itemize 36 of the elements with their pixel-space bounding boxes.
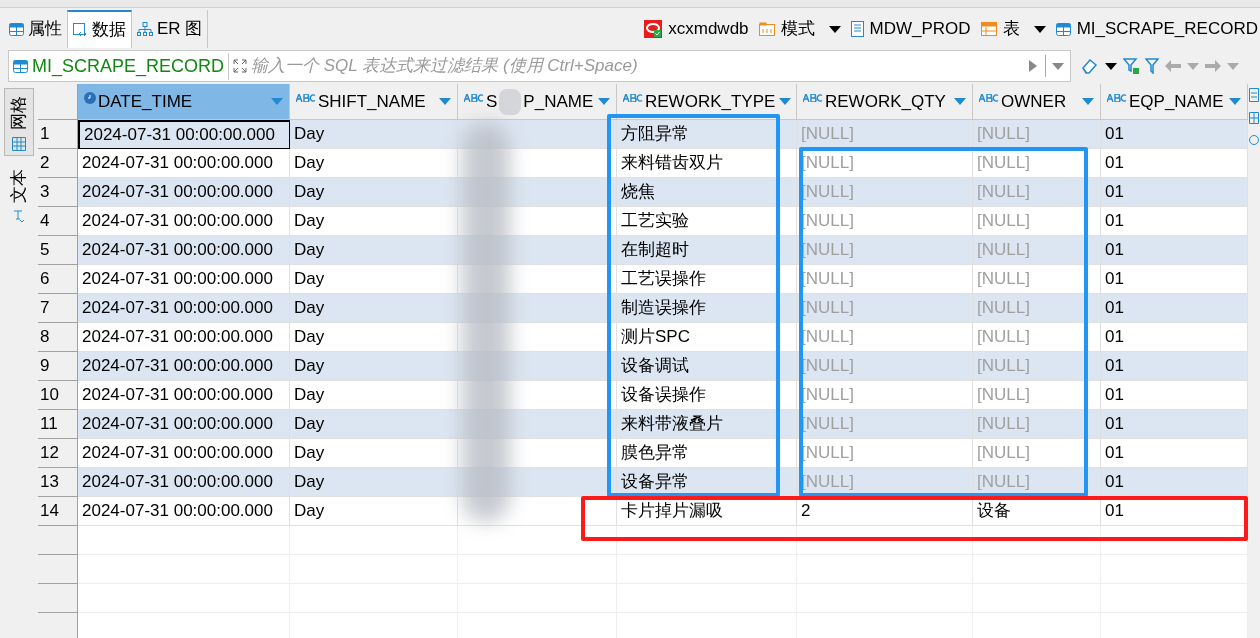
- row-number: 14: [38, 497, 78, 526]
- column-header[interactable]: DATE_TIME: [78, 84, 290, 120]
- column-header[interactable]: S P_NAME: [458, 84, 617, 120]
- row-number: 1: [38, 120, 78, 149]
- breadcrumb-item[interactable]: xcxmdwdb: [644, 16, 749, 42]
- column-header[interactable]: REWORK_TYPE: [617, 84, 797, 120]
- row-number: 10: [38, 381, 78, 410]
- filter-input[interactable]: 输入一个 SQL 表达式来过滤结果 (使用 Ctrl+Space): [251, 50, 1021, 82]
- column-header[interactable]: REWORK_QTY: [797, 84, 973, 120]
- editor-tab[interactable]: 数据: [67, 10, 132, 48]
- row-number: 12: [38, 439, 78, 468]
- row-number: 11: [38, 410, 78, 439]
- view-tab[interactable]: 文本: [4, 162, 34, 228]
- row-number: 4: [38, 207, 78, 236]
- column-header[interactable]: SHIFT_NAME: [290, 84, 458, 120]
- row-number: 13: [38, 468, 78, 497]
- row-number: 9: [38, 352, 78, 381]
- editor-tab[interactable]: 属性: [4, 10, 67, 48]
- row-number: 3: [38, 178, 78, 207]
- table-cell: 设备异常: [617, 468, 797, 497]
- breadcrumb-item[interactable]: 表: [980, 16, 1046, 42]
- column-header[interactable]: OWNER: [973, 84, 1101, 120]
- column-header[interactable]: EQP_NAME: [1101, 84, 1248, 120]
- row-number: 2: [38, 149, 78, 178]
- breadcrumb-item[interactable]: MDW_PROD: [850, 16, 971, 42]
- view-tab[interactable]: 网格: [4, 88, 34, 156]
- row-number: 8: [38, 323, 78, 352]
- table-cell: [NULL]: [797, 120, 973, 149]
- breadcrumb-item[interactable]: 模式: [758, 16, 841, 42]
- editor-tab[interactable]: ER 图: [132, 10, 208, 48]
- row-number: 6: [38, 265, 78, 294]
- table-name-label: MI_SCRAPE_RECORD: [8, 50, 230, 82]
- row-number: 7: [38, 294, 78, 323]
- table-cell: [NULL]: [973, 468, 1101, 497]
- row-number: 5: [38, 236, 78, 265]
- breadcrumb-item[interactable]: MI_SCRAPE_RECORD: [1055, 16, 1258, 42]
